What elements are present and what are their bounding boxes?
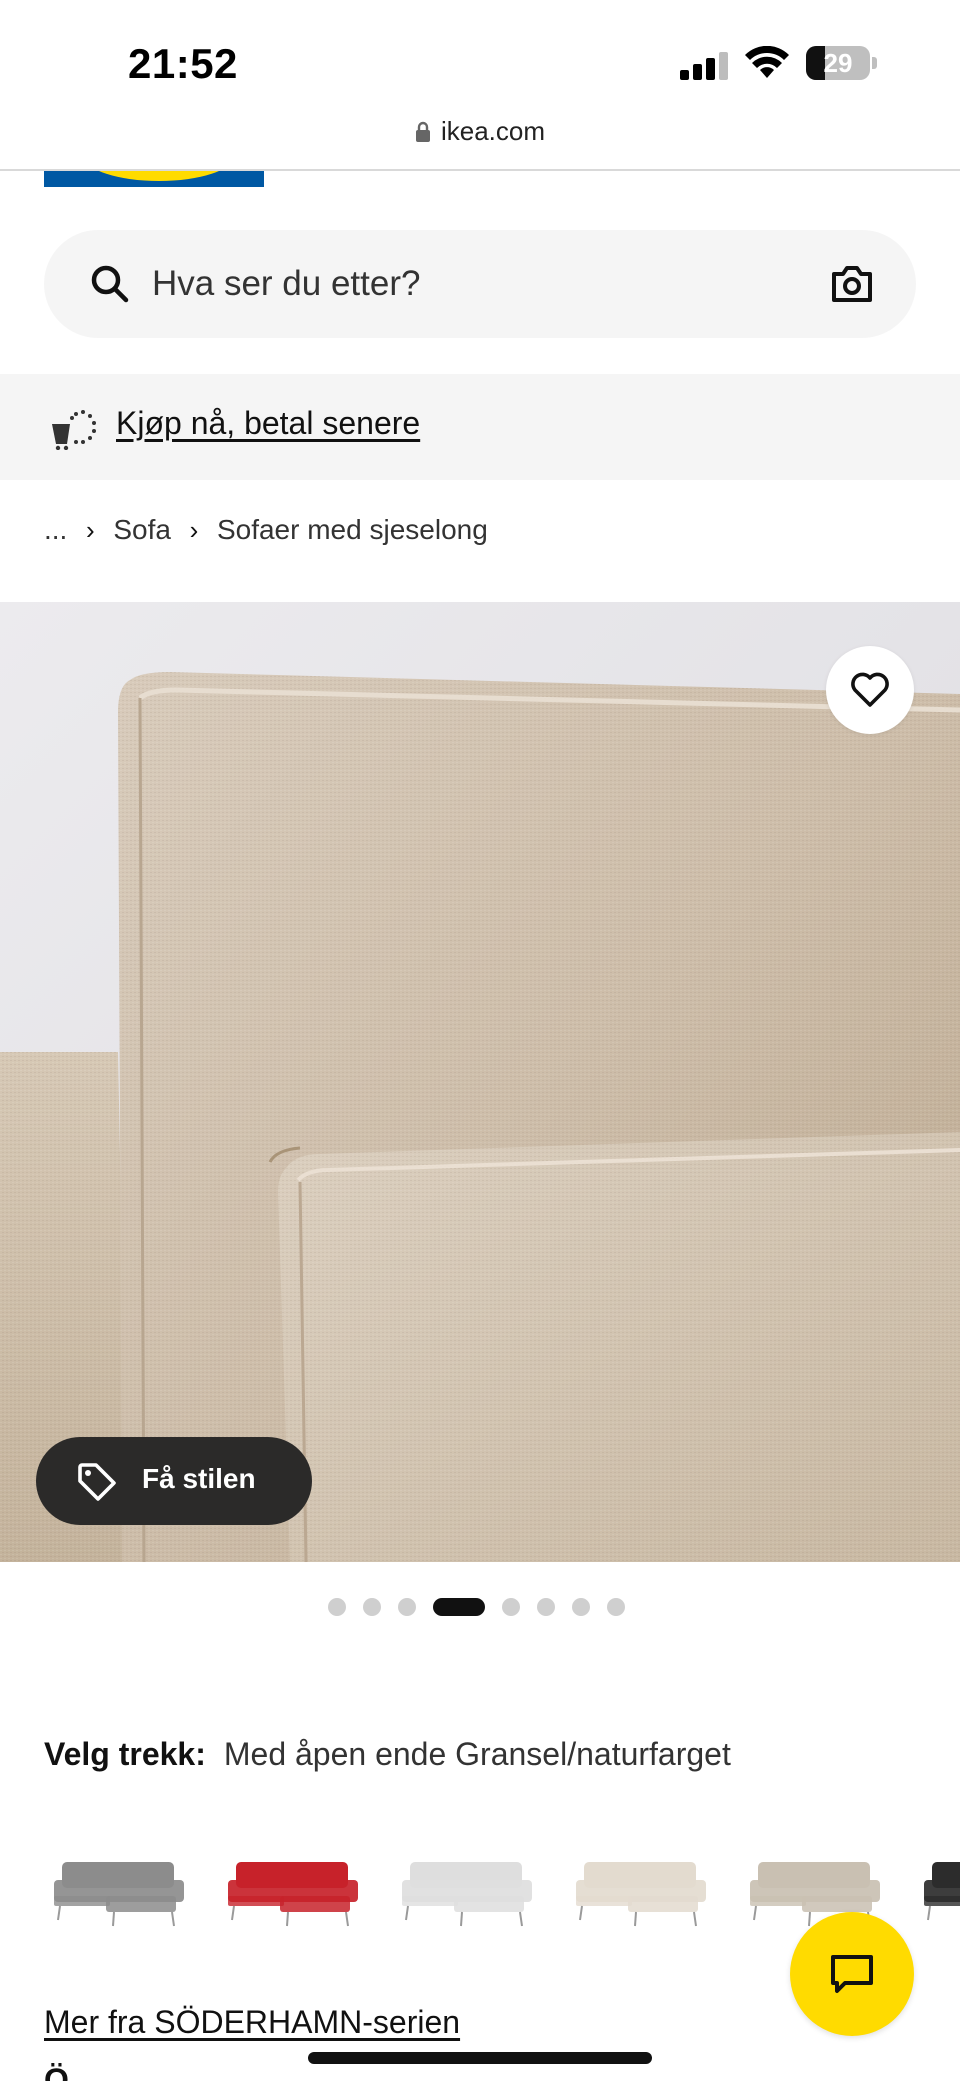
home-indicator bbox=[308, 2052, 652, 2064]
carousel-dot[interactable] bbox=[363, 1598, 381, 1616]
product-image[interactable] bbox=[0, 602, 960, 1562]
heart-icon bbox=[851, 672, 889, 707]
signal-icon bbox=[680, 52, 728, 80]
camera-icon[interactable] bbox=[828, 260, 876, 308]
carousel-dot[interactable] bbox=[502, 1598, 520, 1616]
cover-label: Velg trekk: bbox=[44, 1736, 206, 1772]
installment-cart-icon bbox=[52, 410, 96, 450]
ikea-logo[interactable] bbox=[44, 171, 264, 187]
address-bar[interactable]: ikea.com bbox=[0, 116, 960, 170]
sofa-cushion-photo bbox=[0, 602, 960, 1562]
chat-icon bbox=[831, 1955, 873, 1993]
url-text: ikea.com bbox=[440, 116, 546, 146]
battery-icon: 29 bbox=[806, 46, 877, 80]
carousel-dot[interactable] bbox=[328, 1598, 346, 1616]
carousel-dot[interactable] bbox=[398, 1598, 416, 1616]
get-the-style-label: Få stilen bbox=[142, 1463, 256, 1494]
breadcrumb-ellipsis[interactable]: ... bbox=[44, 514, 67, 546]
search-bar[interactable] bbox=[44, 230, 916, 338]
carousel-dot[interactable] bbox=[607, 1598, 625, 1616]
search-icon[interactable] bbox=[86, 260, 134, 308]
carousel-indicator bbox=[328, 1596, 625, 1618]
cover-selection: Velg trekk: Med åpen ende Gransel/naturf… bbox=[44, 1736, 731, 1773]
carousel-dot[interactable] bbox=[433, 1598, 485, 1616]
promo-banner[interactable]: Kjøp nå, betal senere bbox=[0, 374, 960, 480]
cover-value: Med åpen ende Gransel/naturfarget bbox=[223, 1736, 731, 1772]
favorite-button[interactable] bbox=[826, 646, 914, 734]
next-heading-fragment: Ö bbox=[44, 2062, 68, 2081]
cover-swatch[interactable] bbox=[914, 1836, 960, 1946]
cover-swatch[interactable] bbox=[218, 1836, 368, 1946]
carousel-dot[interactable] bbox=[537, 1598, 555, 1616]
cover-swatch[interactable] bbox=[566, 1836, 716, 1946]
breadcrumb-item-current[interactable]: Sofaer med sjeselong bbox=[217, 514, 488, 546]
chevron-right-icon: › bbox=[86, 514, 95, 545]
wifi-icon bbox=[745, 46, 789, 78]
carousel-dot[interactable] bbox=[572, 1598, 590, 1616]
cover-swatch[interactable] bbox=[392, 1836, 542, 1946]
status-bar: 21:52 29 bbox=[0, 0, 960, 120]
breadcrumb-item-sofa[interactable]: Sofa bbox=[113, 514, 171, 546]
lock-icon bbox=[415, 121, 430, 142]
status-time: 21:52 bbox=[128, 40, 238, 87]
get-the-style-button[interactable]: Få stilen bbox=[36, 1437, 312, 1525]
tag-icon bbox=[78, 1463, 116, 1501]
promo-link[interactable]: Kjøp nå, betal senere bbox=[116, 405, 420, 442]
breadcrumb: ... › Sofa › Sofaer med sjeselong bbox=[44, 510, 488, 550]
chat-button[interactable] bbox=[790, 1912, 914, 2036]
cover-swatch[interactable] bbox=[44, 1836, 194, 1946]
chevron-right-icon: › bbox=[189, 514, 199, 545]
series-link[interactable]: Mer fra SÖDERHAMN-serien bbox=[44, 2004, 460, 2041]
battery-level: 29 bbox=[823, 48, 853, 78]
search-input[interactable] bbox=[152, 254, 752, 314]
